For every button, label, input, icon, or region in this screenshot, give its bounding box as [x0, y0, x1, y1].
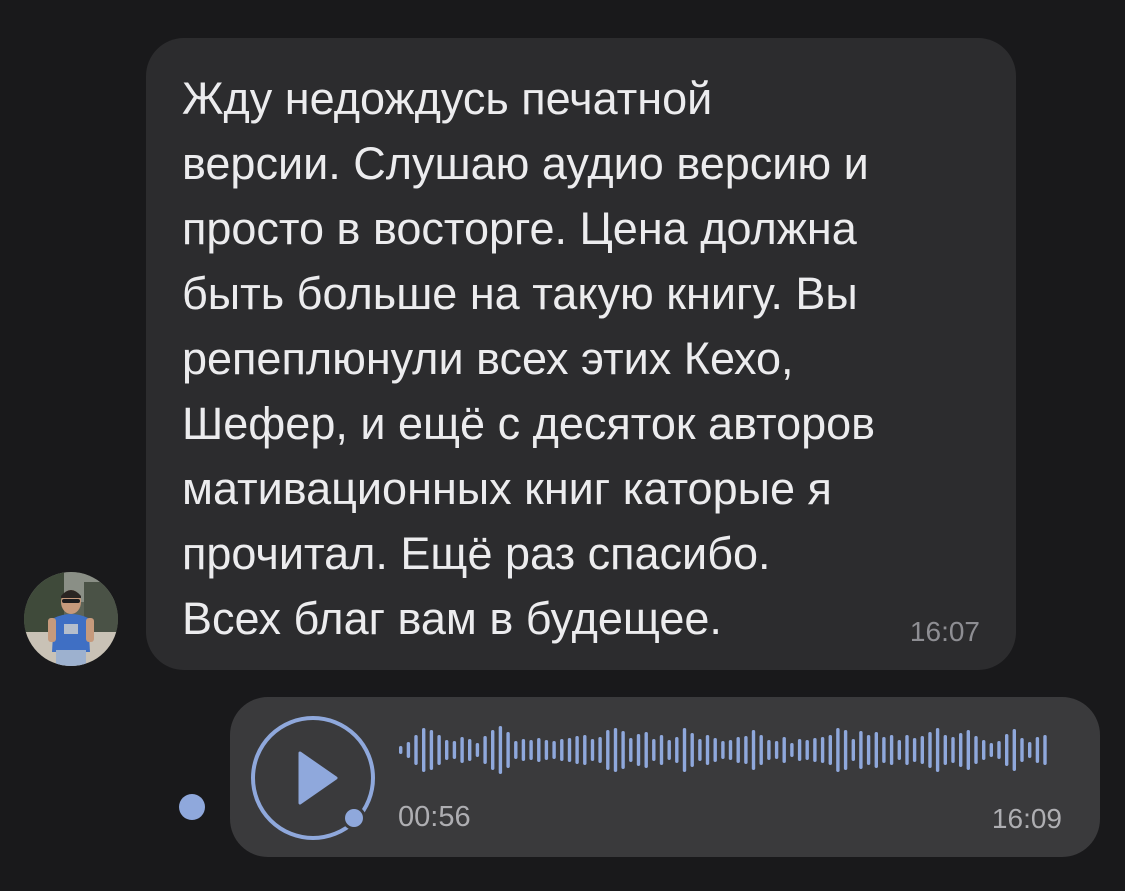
- waveform-bar: [813, 738, 817, 762]
- waveform-bar: [736, 737, 740, 763]
- waveform-bar: [951, 737, 955, 763]
- waveform-bar: [498, 726, 503, 774]
- waveform-bar: [414, 735, 418, 765]
- waveform-bar: [521, 739, 526, 761]
- waveform-bar: [797, 739, 802, 761]
- waveform-bar: [744, 736, 748, 764]
- waveform-bar: [1012, 729, 1016, 771]
- waveform-bar: [728, 740, 733, 760]
- waveform-bar: [935, 728, 940, 772]
- waveform-bar: [399, 746, 403, 754]
- waveform-bar: [897, 740, 901, 760]
- waveform-bar: [644, 732, 648, 768]
- waveform-bar: [905, 735, 909, 765]
- waveform-bar: [429, 730, 434, 770]
- waveform-bar: [460, 737, 464, 763]
- waveform-bar: [437, 735, 441, 765]
- waveform-bar: [537, 738, 541, 762]
- waveform-bar: [690, 733, 694, 767]
- play-button[interactable]: [250, 715, 376, 841]
- waveform-bar: [782, 737, 786, 763]
- waveform-bar: [598, 737, 602, 763]
- waveform-bar: [583, 735, 587, 765]
- waveform-bar: [851, 739, 855, 761]
- waveform-bar: [843, 730, 848, 770]
- waveform-bar: [575, 736, 579, 764]
- waveform-bar: [751, 730, 756, 770]
- waveform-bar: [920, 736, 924, 764]
- voice-message-bubble[interactable]: 00:56 16:09: [230, 697, 1100, 857]
- message-text: Жду недождусь печатной версии. Слушаю ау…: [182, 73, 876, 644]
- waveform-bar: [912, 738, 917, 762]
- waveform-bar: [997, 741, 1001, 759]
- waveform-bar: [506, 732, 510, 768]
- waveform-bar: [874, 732, 878, 768]
- waveform-bar: [629, 738, 633, 762]
- waveform-bar: [989, 743, 993, 757]
- waveform-bar: [552, 741, 556, 759]
- play-icon: [251, 716, 375, 840]
- waveform-bar: [767, 740, 771, 760]
- waveform-bar: [1005, 734, 1009, 766]
- waveform-bar: [820, 737, 825, 763]
- waveform-bar: [836, 728, 840, 772]
- waveform-bar: [659, 735, 664, 765]
- message-timestamp: 16:07: [909, 616, 980, 647]
- waveform-bar: [759, 735, 763, 765]
- waveform-bar: [1020, 738, 1024, 762]
- chat-view: Жду недождусь печатной версии. Слушаю ау…: [0, 0, 1125, 891]
- waveform-bar: [1028, 742, 1032, 758]
- waveform-bar: [713, 738, 717, 762]
- waveform-bar: [621, 731, 625, 769]
- waveform-bar: [974, 736, 978, 764]
- waveform-bar: [675, 737, 679, 763]
- waveform-bar: [560, 739, 564, 761]
- unread-indicator: [179, 794, 205, 820]
- waveform-bar: [682, 728, 687, 772]
- waveform-bar: [859, 731, 863, 769]
- waveform-bar: [828, 735, 832, 765]
- waveform-bar: [705, 735, 710, 765]
- waveform-bar: [567, 738, 572, 762]
- incoming-message-bubble[interactable]: Жду недождусь печатной версии. Слушаю ау…: [146, 38, 1016, 670]
- waveform-bar: [774, 741, 779, 759]
- waveform-bar: [636, 734, 641, 766]
- waveform-bar: [491, 730, 495, 770]
- waveform-bar: [613, 728, 618, 772]
- waveform-bar: [698, 739, 702, 761]
- waveform-bar: [590, 739, 595, 761]
- waveform-bar: [406, 742, 411, 758]
- waveform-bar: [966, 730, 970, 770]
- waveform-bar: [805, 740, 809, 760]
- waveform-bar: [721, 741, 725, 759]
- waveform-bar: [882, 737, 886, 763]
- waveform-bar: [445, 740, 449, 760]
- waveform-bar: [468, 739, 472, 761]
- waveform-bar: [943, 735, 947, 765]
- waveform-bar: [959, 733, 963, 767]
- waveform-bar: [422, 728, 426, 772]
- avatar-image: [24, 572, 118, 666]
- sender-avatar[interactable]: [24, 572, 118, 666]
- audio-waveform[interactable]: [398, 721, 1050, 779]
- waveform-bar: [866, 735, 871, 765]
- waveform-bar: [452, 741, 457, 759]
- voice-duration: 00:56: [398, 801, 471, 833]
- waveform-bar: [483, 736, 487, 764]
- waveform-bar: [529, 740, 533, 760]
- waveform-bar: [667, 740, 671, 760]
- waveform-bar: [544, 740, 549, 760]
- waveform-bar: [889, 735, 894, 765]
- waveform-bar: [652, 739, 656, 761]
- waveform-bar: [928, 732, 932, 768]
- waveform-bar: [790, 743, 794, 757]
- waveform-bar: [606, 730, 610, 770]
- waveform-bar: [982, 740, 986, 760]
- waveform-bar: [1043, 735, 1047, 765]
- waveform-bar: [475, 743, 480, 757]
- waveform-bar: [514, 741, 518, 759]
- waveform-bar: [1035, 737, 1040, 763]
- voice-timestamp: 16:09: [991, 803, 1062, 834]
